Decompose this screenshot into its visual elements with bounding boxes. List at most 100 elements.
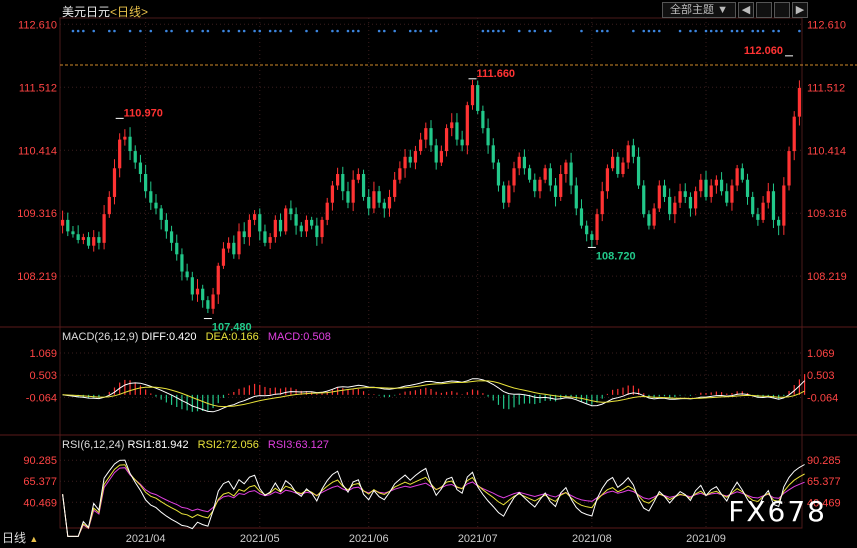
candle-body (699, 179, 703, 192)
macd-macd-value: MACD:0.508 (267, 331, 331, 343)
period-tab-label: 日线 (2, 531, 27, 545)
candle-body (86, 237, 91, 246)
candle-body (595, 214, 599, 240)
candle-body (398, 168, 402, 180)
event-dot (258, 29, 262, 33)
event-dot (429, 29, 433, 33)
candle-body (610, 156, 615, 169)
candle-body (533, 179, 537, 192)
candle-body (367, 196, 371, 209)
event-dot (533, 29, 537, 33)
candle-body (662, 185, 667, 197)
event-dot (227, 29, 230, 33)
event-dot (377, 29, 381, 33)
extreme-label: 112.060 (744, 45, 783, 57)
candle-body (476, 85, 480, 111)
theme-next-button[interactable]: ▶ (792, 2, 808, 18)
event-dot (632, 29, 635, 33)
candle-body (201, 288, 205, 301)
candle-body (408, 156, 412, 163)
theme-checkbox[interactable] (756, 2, 772, 18)
candle-body (112, 168, 117, 197)
event-dot (497, 29, 500, 33)
event-dot (414, 29, 417, 33)
rsi-legend: RSI(6,12,24) RSI1:81.942 RSI2:72.056 RSI… (62, 439, 329, 451)
candle-body (419, 139, 423, 152)
event-dot (274, 29, 277, 33)
macd-title: MACD(26,12,9) (62, 331, 139, 343)
candle-body (92, 237, 96, 246)
event-dot (434, 29, 438, 33)
candle-body (144, 174, 148, 192)
chart-canvas: 112.610 112.610 111.512 111.512 110.414 110.4… (0, 17, 857, 545)
candle-body (585, 225, 589, 235)
price-tick-label-left: 111.512 (19, 82, 57, 94)
theme-checkbox-2[interactable] (774, 2, 790, 18)
event-dot (600, 29, 604, 33)
rsi-tick-label-right: 90.285 (807, 455, 841, 467)
candle-body (268, 237, 272, 243)
candle-body (159, 208, 163, 220)
candle-body (424, 128, 428, 140)
candle-body (195, 288, 200, 295)
candle-body (559, 174, 563, 197)
event-dot (242, 29, 246, 33)
candle-body (652, 208, 656, 226)
candle-body (605, 168, 610, 192)
candle-body (351, 179, 355, 203)
event-dot (408, 29, 412, 33)
candle-body (455, 122, 459, 140)
event-dot (543, 29, 547, 33)
event-dot (170, 29, 173, 33)
theme-prev-button[interactable]: ◀ (738, 2, 754, 18)
candle-body (730, 185, 734, 203)
candle-body (631, 145, 635, 157)
event-dot (715, 29, 718, 33)
candle-body (600, 191, 604, 215)
theme-select[interactable]: 全部主题 ▼ (662, 2, 736, 18)
event-dot (486, 29, 490, 33)
candle-body (289, 208, 293, 215)
event-dot (139, 29, 142, 33)
candle-body (335, 174, 340, 186)
event-dot (678, 29, 682, 33)
candle-body (647, 214, 651, 226)
candle-body (299, 225, 303, 232)
candle-body (740, 168, 744, 180)
event-dot (741, 29, 744, 33)
price-tick-label-right: 111.512 (807, 82, 845, 94)
candle-body (211, 294, 215, 309)
event-dot (185, 29, 189, 33)
macd-tick-label-right: 1.069 (807, 348, 835, 360)
candle-body (694, 191, 698, 209)
event-dot (751, 29, 755, 33)
candle-body (169, 231, 174, 243)
event-dot (735, 29, 739, 33)
period-tab[interactable]: 日线 ▲ (2, 529, 38, 546)
candle-body (678, 191, 682, 203)
macd-tick-label-left: 1.069 (29, 348, 57, 360)
candle-body (626, 145, 630, 163)
candle-body (751, 196, 755, 215)
date-tick-label: 2021/09 (686, 533, 726, 545)
candle-body (543, 168, 547, 180)
candle-body (107, 196, 111, 215)
candle-body (719, 179, 724, 192)
candle-body (714, 179, 718, 186)
candle-body (439, 151, 443, 163)
period-tag[interactable]: <日线> (110, 5, 148, 19)
candle-body (258, 214, 262, 232)
macd-tick-label-left: -0.064 (26, 392, 57, 404)
candle-body (434, 145, 438, 163)
candle-body (522, 156, 527, 169)
event-dot (191, 29, 194, 33)
candle-body (766, 191, 770, 203)
macd-diff-value: DIFF:0.420 (141, 331, 197, 343)
candle-body (304, 219, 309, 232)
theme-label: 全部主题 (670, 4, 715, 16)
candle-body (310, 219, 314, 226)
rsi1-line (62, 459, 805, 537)
event-dot (393, 29, 396, 33)
event-dot (113, 29, 116, 33)
date-tick-label: 2021/05 (240, 533, 280, 545)
